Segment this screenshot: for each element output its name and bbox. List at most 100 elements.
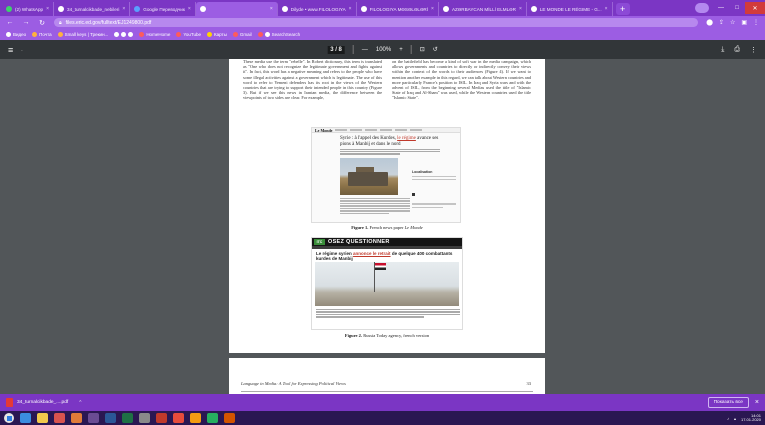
translate-icon: [134, 6, 141, 12]
close-icon[interactable]: ×: [188, 6, 191, 12]
nav-line: [365, 129, 378, 131]
caption-text: Russia Today agency, french version: [363, 333, 430, 338]
download-item[interactable]: 34_turnalcikbade_....pdf ⌃: [6, 398, 82, 407]
windows-logo-icon: [6, 415, 12, 421]
youtube-icon: [176, 32, 182, 37]
close-icon[interactable]: ×: [349, 6, 352, 12]
bookmark-icon: [114, 32, 120, 37]
tab-label: FILOLOGIYA MƏSƏLƏLƏRİ: [369, 6, 429, 12]
print-icon[interactable]: ⎙: [734, 46, 740, 54]
close-icon[interactable]: ×: [46, 6, 49, 12]
close-icon[interactable]: ×: [270, 6, 273, 12]
bookmark-small-keys[interactable]: Small keys | Трекин...: [57, 32, 108, 37]
text-column-left: These media use the term "rebelle". In R…: [243, 59, 382, 101]
rotate-icon[interactable]: ↺: [433, 46, 438, 53]
minimize-button[interactable]: —: [713, 2, 729, 14]
new-tab-button[interactable]: +: [615, 3, 630, 15]
close-icon[interactable]: ×: [605, 6, 608, 12]
bookmark-icon: [128, 32, 134, 37]
bookmark-icon-row[interactable]: [114, 32, 134, 37]
tab-filologiya[interactable]: FILOLOGIYA MƏSƏLƏLƏRİ ×: [357, 2, 439, 16]
download-icon[interactable]: ⤓: [721, 46, 724, 54]
taskbar-app-icon[interactable]: [190, 413, 201, 423]
bookmark-youtube[interactable]: YouTube: [176, 32, 201, 37]
figure-2-body-text: [316, 309, 460, 319]
tab-le-monde[interactable]: LE MONDE LE RÉGIME - G... ×: [527, 2, 613, 16]
bookmark-video[interactable]: Видео: [6, 32, 26, 37]
bookmark-icon: [264, 32, 270, 37]
nav-line: [410, 129, 423, 131]
show-all-button[interactable]: Показать все: [707, 397, 749, 408]
extension-icon[interactable]: ⬤: [706, 19, 713, 26]
tab-dilyde[interactable]: Dilyde • www.FILOLOGIYA ×: [278, 2, 357, 16]
tab-label: Google Переводчик: [143, 6, 185, 12]
toolbar-right: ⬤ ⇪ ☆ ▣ ⋮: [706, 19, 759, 26]
profile-icon[interactable]: [695, 3, 709, 13]
close-icon[interactable]: ×: [431, 6, 434, 12]
taskbar-app-opera-icon[interactable]: [156, 413, 167, 423]
rt-logo: ITC: [314, 239, 325, 245]
close-window-button[interactable]: ✕: [745, 2, 765, 14]
text-columns: These media use the term "rebelle". In R…: [243, 59, 531, 101]
bookmark-homehome[interactable]: HomeHome: [139, 32, 170, 37]
tab-whatsapp[interactable]: (2) WhatsApp ×: [2, 2, 55, 16]
start-button[interactable]: [4, 413, 14, 423]
zoom-level[interactable]: 100%: [376, 47, 391, 53]
network-icon[interactable]: ▴: [734, 416, 736, 421]
close-icon[interactable]: ×: [755, 399, 759, 406]
forward-button[interactable]: →: [22, 19, 30, 26]
reload-button[interactable]: ↻: [38, 19, 46, 27]
taskbar-app-excel-icon[interactable]: [122, 413, 133, 423]
gmail-icon: [232, 32, 238, 37]
figure-1-site-header: Le Monde: [312, 128, 460, 133]
volume-icon[interactable]: ♪: [727, 416, 729, 421]
pdf-viewer[interactable]: These media use the term "rebelle". In R…: [0, 59, 765, 394]
hamburger-menu-icon[interactable]: ≡: [8, 45, 13, 55]
bookmark-search[interactable]: SearchSearch: [257, 32, 300, 37]
document-icon: [199, 6, 206, 12]
taskbar-app-folder-icon[interactable]: [37, 413, 48, 423]
nav-line: [380, 129, 393, 131]
zoom-out-button[interactable]: —: [362, 47, 368, 53]
taskbar-app-word-icon[interactable]: [105, 413, 116, 423]
tab-google-translate[interactable]: Google Переводчик ×: [130, 2, 196, 16]
figure-2-caption: Figure 2. Russia Today agency, french ve…: [229, 333, 545, 338]
taskbar-app-media-icon[interactable]: [54, 413, 65, 423]
figure-1-caption: Figure 1. French news paper Le Monde: [229, 225, 545, 230]
tab-active-pdf[interactable]: ×: [195, 2, 278, 16]
chevron-up-icon[interactable]: ⌃: [78, 400, 82, 406]
taskbar-app-chrome-icon[interactable]: [173, 413, 184, 423]
tab-label: Dilyde • www.FILOLOGIYA: [290, 6, 346, 12]
back-button[interactable]: ←: [6, 19, 14, 26]
sidebar-icon[interactable]: ▣: [741, 19, 747, 26]
page-indicator[interactable]: 3 / 8: [327, 45, 345, 54]
menu-dots-icon[interactable]: ⋮: [753, 19, 759, 26]
bookmark-maps[interactable]: Карты: [207, 32, 227, 37]
bookmark-mail[interactable]: Почта: [32, 32, 52, 37]
tab-azerbaycan[interactable]: AZƏRBAYCAN MİLLİ ELMLƏR ×: [439, 2, 527, 16]
zoom-in-button[interactable]: +: [399, 47, 403, 53]
system-tray: ♪ ▴ 14:01 17.01.2020: [727, 413, 761, 423]
more-options-icon[interactable]: ⋮: [750, 46, 757, 54]
close-icon[interactable]: ×: [122, 6, 125, 12]
share-icon[interactable]: ⇪: [719, 19, 724, 26]
clock[interactable]: 14:01 17.01.2020: [741, 413, 761, 423]
url-input[interactable]: 🔒︎ files.eric.ed.gov/fulltext/EJ1249800.…: [54, 18, 699, 27]
taskbar-app-paint-icon[interactable]: [71, 413, 82, 423]
maximize-button[interactable]: □: [729, 2, 745, 14]
running-head: Language in Media: A Tool for Expressing…: [241, 381, 346, 386]
star-icon[interactable]: ☆: [730, 19, 735, 26]
figure-1-lede: [340, 149, 440, 155]
taskbar-app-acrobat-icon[interactable]: [224, 413, 235, 423]
tab-pdf-doc[interactable]: 34_turnalcikbade_nebileri ×: [54, 2, 131, 16]
bookmark-gmail[interactable]: Gmail: [232, 32, 252, 37]
taskbar-app-icon[interactable]: [88, 413, 99, 423]
taskbar-app-ie-icon[interactable]: [20, 413, 31, 423]
header-rule: [241, 391, 533, 392]
close-icon[interactable]: ×: [519, 6, 522, 12]
fit-page-icon[interactable]: ⊡: [420, 46, 425, 53]
taskbar-app-icon[interactable]: [207, 413, 218, 423]
bookmark-label: Карты: [214, 32, 227, 37]
taskbar-app-icon[interactable]: [139, 413, 150, 423]
caption-label: Figure 1.: [351, 225, 369, 230]
